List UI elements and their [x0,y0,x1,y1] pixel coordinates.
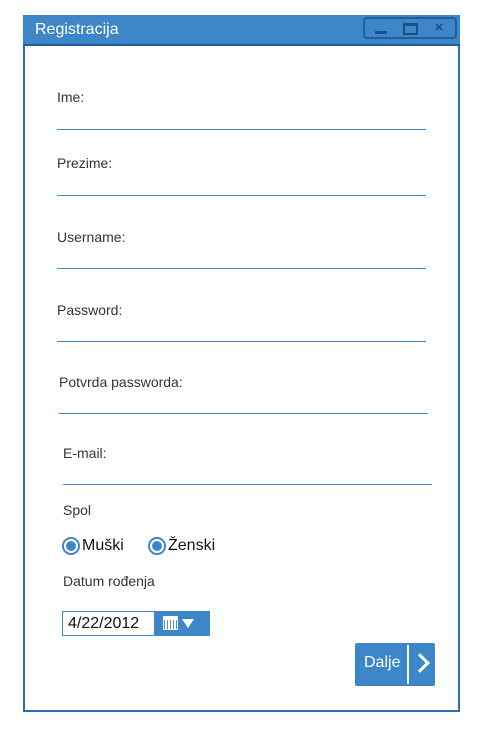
next-button[interactable]: Dalje [355,643,435,686]
chevron-right-icon [410,653,430,673]
next-button-divider [407,645,409,684]
birthdate-label: Datum rođenja [63,573,155,589]
window-controls: × [363,17,457,39]
prezime-label: Prezime: [57,155,113,171]
radio-muski[interactable] [62,537,80,555]
username-input[interactable] [57,268,426,269]
title-bar[interactable]: Registracija × [23,15,460,46]
birthdate-picker[interactable]: 4/22/2012 [62,611,210,636]
window-title: Registracija [35,21,119,38]
ime-label: Ime: [57,89,85,105]
next-button-label: Dalje [364,654,401,671]
maximize-icon[interactable] [398,20,422,36]
minimize-icon[interactable] [370,20,394,36]
registration-window: Registracija × [23,15,460,712]
prezime-input[interactable] [57,195,426,196]
close-icon[interactable]: × [427,20,451,36]
confirm-password-label: Potvrda passworda: [59,374,183,390]
radio-zenski[interactable] [148,537,166,555]
confirm-password-input[interactable] [59,413,428,414]
radio-zenski-label[interactable]: Ženski [168,537,215,555]
dropdown-arrow-icon [182,619,194,628]
radio-muski-label[interactable]: Muški [82,537,124,555]
ime-input[interactable] [57,129,426,130]
email-input[interactable] [63,484,432,485]
password-input[interactable] [57,341,426,342]
password-label: Password: [57,302,123,318]
birthdate-value[interactable]: 4/22/2012 [68,615,139,633]
gender-label: Spol [63,502,92,518]
username-label: Username: [57,229,126,245]
calendar-icon [163,616,178,630]
calendar-dropdown-button[interactable] [154,612,209,635]
email-label: E-mail: [63,445,107,461]
